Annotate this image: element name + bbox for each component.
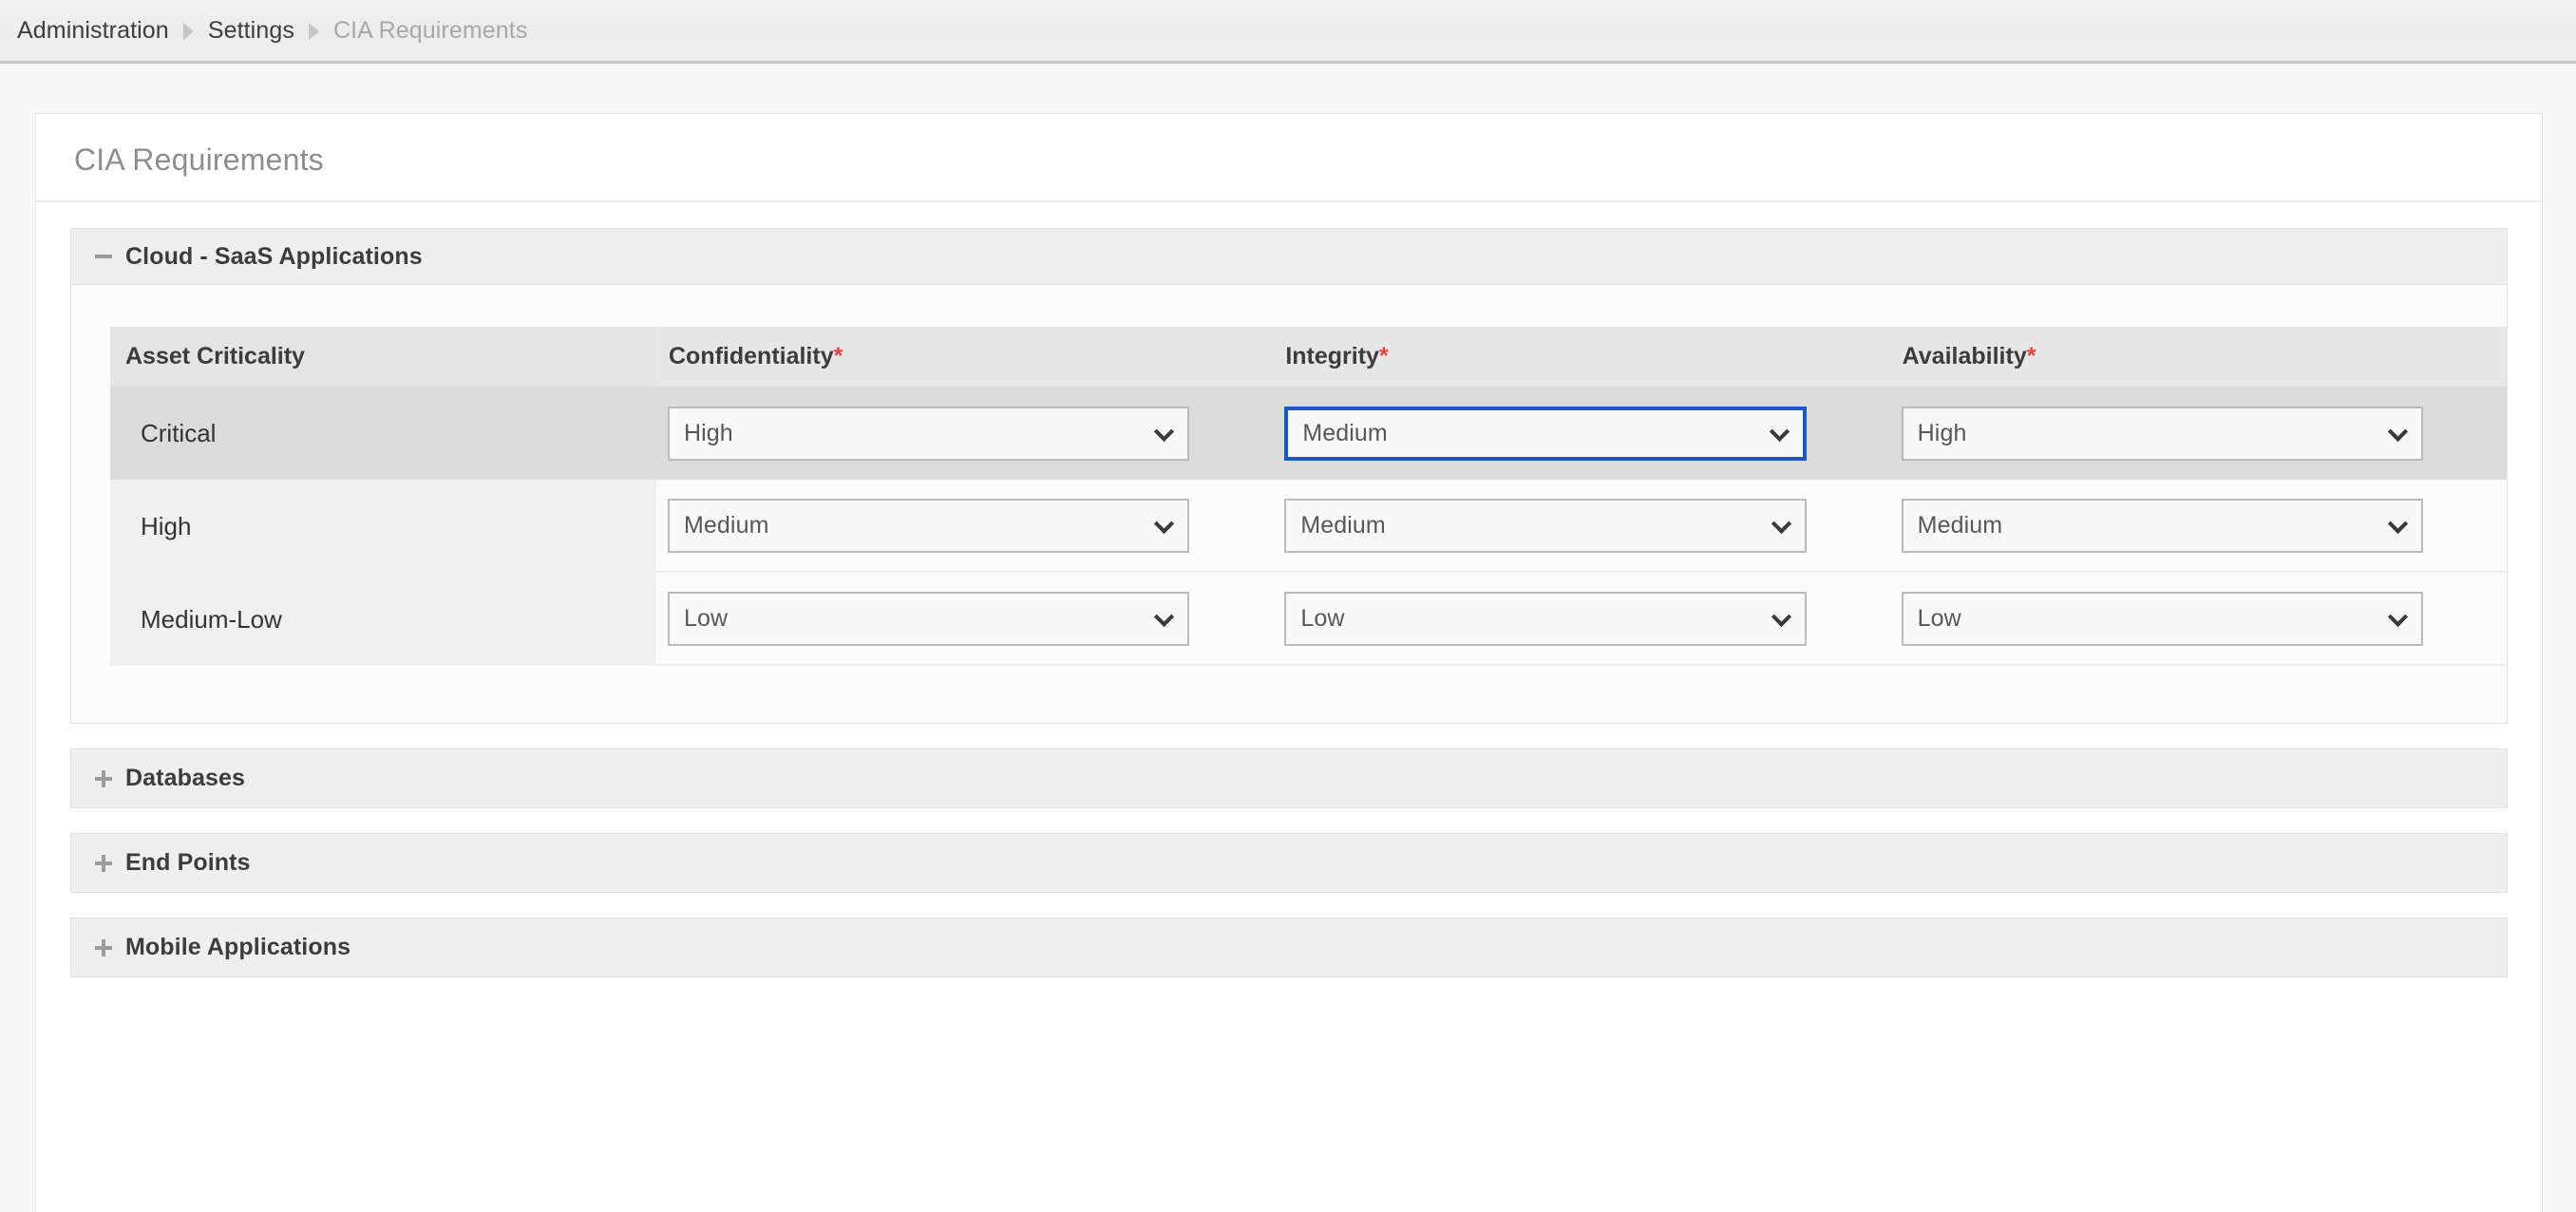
- chevron-down-icon: [1771, 513, 1791, 535]
- select-value: High: [684, 419, 733, 446]
- table-row: Medium Medium Medium: [656, 480, 2507, 573]
- accordion-label: End Points: [125, 849, 251, 876]
- integrity-select-high[interactable]: Medium: [1284, 498, 1807, 553]
- cell-integrity: Medium: [1273, 498, 1889, 553]
- confidentiality-select-high[interactable]: Medium: [668, 498, 1190, 553]
- column-header-label: Availability: [1902, 343, 2027, 369]
- required-asterisk: *: [2026, 343, 2036, 369]
- chevron-down-icon: [1154, 421, 1175, 443]
- criticality-row-critical[interactable]: Critical: [110, 387, 656, 480]
- select-value: Low: [1300, 604, 1345, 632]
- breadcrumb-item-cia-requirements: CIA Requirements: [332, 16, 528, 44]
- criticality-label: High: [141, 511, 192, 540]
- minus-icon[interactable]: [92, 245, 115, 268]
- chevron-down-icon: [1771, 606, 1791, 628]
- accordion-cloud-saas-applications: Cloud - SaaS Applications Asset Critical…: [70, 228, 2508, 724]
- cell-confidentiality: Medium: [656, 498, 1273, 553]
- chevron-down-icon: [1769, 421, 1790, 443]
- cell-confidentiality: High: [656, 406, 1273, 461]
- accordion-label: Cloud - SaaS Applications: [125, 242, 423, 270]
- cell-confidentiality: Low: [656, 591, 1273, 646]
- criticality-label: Critical: [141, 418, 217, 447]
- availability-select-critical[interactable]: High: [1901, 406, 2423, 461]
- accordion-end-points: End Points: [70, 833, 2508, 893]
- chevron-down-icon: [2387, 421, 2409, 443]
- select-value: Medium: [1917, 511, 2003, 539]
- table-row: High Medium High: [656, 387, 2507, 480]
- page-body: CIA Requirements Cloud - SaaS Applicatio…: [0, 64, 2576, 1212]
- accordion-header-mobile-applications[interactable]: Mobile Applications: [71, 918, 2507, 976]
- select-value: Low: [1917, 604, 1961, 632]
- breadcrumb-item-settings[interactable]: Settings: [208, 17, 294, 45]
- plus-icon[interactable]: [92, 767, 115, 790]
- column-header-label: Integrity: [1285, 343, 1379, 369]
- select-value: Medium: [1302, 419, 1388, 446]
- cell-integrity: Low: [1273, 591, 1889, 646]
- asset-criticality-column: Asset Criticality Critical High Medium-L…: [110, 327, 656, 666]
- plus-icon[interactable]: [92, 852, 115, 875]
- cell-availability: High: [1890, 406, 2507, 461]
- chevron-down-icon: [2387, 606, 2409, 628]
- confidentiality-select-medium-low[interactable]: Low: [668, 591, 1190, 646]
- asset-criticality-header: Asset Criticality: [110, 327, 656, 387]
- criticality-row-high[interactable]: High: [110, 480, 656, 573]
- triangle-right-icon: [182, 23, 194, 40]
- cell-availability: Medium: [1890, 498, 2507, 553]
- card-body: Cloud - SaaS Applications Asset Critical…: [36, 202, 2542, 977]
- cia-column-headers: Confidentiality* Integrity* Availability…: [656, 327, 2507, 387]
- cia-requirements-table: Asset Criticality Critical High Medium-L…: [71, 327, 2507, 666]
- column-header-label: Confidentiality: [669, 343, 834, 369]
- triangle-right-icon: [308, 23, 319, 40]
- cell-availability: Low: [1890, 591, 2507, 646]
- plus-icon[interactable]: [92, 937, 115, 959]
- criticality-label: Medium-Low: [141, 604, 282, 634]
- page-title: CIA Requirements: [74, 142, 324, 177]
- select-value: Medium: [684, 511, 769, 539]
- select-value: High: [1917, 419, 1967, 446]
- breadcrumb-item-administration[interactable]: Administration: [17, 17, 169, 45]
- select-value: Low: [684, 604, 729, 632]
- cia-values-grid: Confidentiality* Integrity* Availability…: [656, 327, 2507, 666]
- accordion-label: Mobile Applications: [125, 934, 351, 960]
- breadcrumb: Administration Settings CIA Requirements: [0, 0, 2576, 64]
- chevron-down-icon: [2387, 513, 2409, 535]
- accordion-databases: Databases: [70, 748, 2508, 808]
- card-header: CIA Requirements: [36, 114, 2542, 202]
- accordion-header-cloud-saas-applications[interactable]: Cloud - SaaS Applications: [71, 229, 2507, 285]
- accordion-label: Databases: [125, 765, 245, 791]
- table-row: Low Low Low: [656, 573, 2507, 666]
- accordion-panel-cloud-saas-applications: Asset Criticality Critical High Medium-L…: [71, 285, 2507, 723]
- column-header-integrity: Integrity*: [1273, 343, 1889, 370]
- accordion-header-databases[interactable]: Databases: [71, 749, 2507, 807]
- criticality-row-medium-low[interactable]: Medium-Low: [110, 573, 656, 666]
- column-header-availability: Availability*: [1890, 343, 2507, 370]
- cell-integrity: Medium: [1273, 406, 1889, 461]
- required-asterisk: *: [1378, 343, 1389, 369]
- availability-select-medium-low[interactable]: Low: [1901, 591, 2423, 646]
- required-asterisk: *: [833, 343, 843, 369]
- confidentiality-select-critical[interactable]: High: [668, 406, 1190, 461]
- accordion-mobile-applications: Mobile Applications: [70, 918, 2508, 977]
- select-value: Medium: [1300, 511, 1386, 539]
- integrity-select-critical[interactable]: Medium: [1284, 406, 1807, 461]
- availability-select-high[interactable]: Medium: [1901, 498, 2423, 553]
- accordion-header-end-points[interactable]: End Points: [71, 834, 2507, 892]
- integrity-select-medium-low[interactable]: Low: [1284, 591, 1807, 646]
- cia-requirements-card: CIA Requirements Cloud - SaaS Applicatio…: [35, 113, 2543, 1212]
- column-header-label: Asset Criticality: [125, 343, 305, 369]
- chevron-down-icon: [1154, 513, 1175, 535]
- column-header-confidentiality: Confidentiality*: [656, 343, 1273, 370]
- chevron-down-icon: [1154, 606, 1175, 628]
